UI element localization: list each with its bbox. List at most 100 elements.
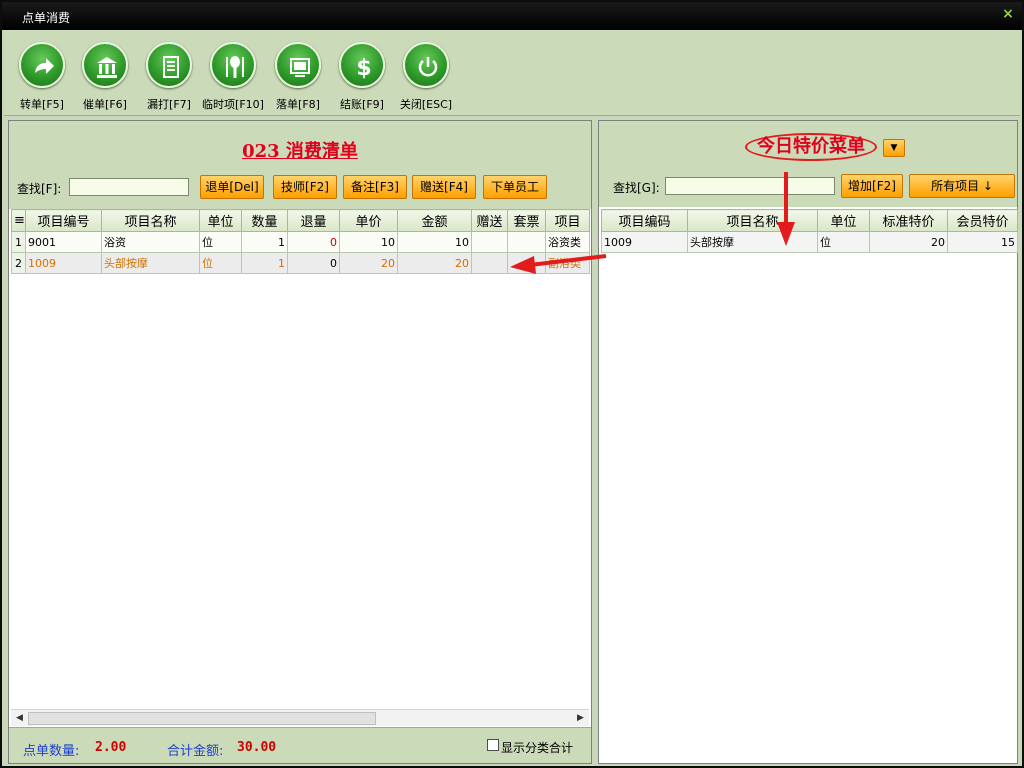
cell-category: 副浴类	[545, 252, 590, 274]
order-staff-button[interactable]: 下单员工	[483, 175, 547, 199]
temp-item-button[interactable]: 临时项[F10]	[201, 42, 265, 114]
bank-icon	[97, 57, 117, 78]
cell-return-qty: 0	[287, 231, 340, 253]
scroll-thumb[interactable]	[28, 712, 376, 725]
consumption-panel-header: 023 消费清单 查找[F]: 退单[Del] 技师[F2] 备注[F3] 赠送…	[9, 121, 591, 209]
cell-code: 1009	[25, 252, 102, 274]
cell-ticket	[507, 252, 546, 274]
special-header-row: 项目编码 项目名称 单位 标准特价 会员特价	[601, 209, 1018, 232]
special-menu-panel: 今日特价菜单 ▼ 查找[G]: 增加[F2] 所有项目 ↓ 项目编码 项目名称 …	[598, 120, 1018, 764]
svg-text:$: $	[356, 56, 371, 81]
note-button[interactable]: 备注[F3]	[343, 175, 407, 199]
search-input[interactable]	[69, 178, 189, 196]
cell-amount: 10	[397, 231, 472, 253]
col-header-price[interactable]: 单价	[339, 209, 398, 232]
close-icon[interactable]: ×	[1000, 6, 1016, 22]
chevron-down-icon[interactable]: ▼	[883, 139, 905, 157]
special-cell-code: 1009	[601, 231, 688, 253]
special-row[interactable]: 1009 头部按摩 位 20 15	[601, 231, 1018, 253]
transfer-label: 转单[F5]	[20, 98, 64, 111]
special-menu-title: 今日特价菜单	[745, 133, 877, 161]
col-header-unit[interactable]: 单位	[199, 209, 242, 232]
app-window: 点单消费 × 转单[F5] 催单[F6] 漏打[F7] 临时项[F10] 落单[…	[0, 0, 1024, 768]
special-col-name[interactable]: 项目名称	[687, 209, 818, 232]
order-count-label: 点单数量:	[23, 744, 80, 759]
category-total-checkbox[interactable]	[487, 739, 499, 751]
technician-button[interactable]: 技师[F2]	[273, 175, 337, 199]
category-total-label: 显示分类合计	[501, 741, 574, 755]
scroll-right-icon[interactable]: ▶	[572, 710, 589, 727]
cell-code: 9001	[25, 231, 102, 253]
power-icon	[418, 57, 438, 77]
row-index: 2	[11, 252, 26, 274]
title-bar: 点单消费 ×	[2, 2, 1022, 30]
all-items-button[interactable]: 所有项目 ↓	[909, 174, 1015, 198]
bill-title: 023 消费清单	[242, 141, 358, 162]
cell-gift	[471, 252, 508, 274]
total-amount-value: 30.00	[237, 740, 277, 755]
col-header-name[interactable]: 项目名称	[101, 209, 200, 232]
checkout-button[interactable]: $ 结账[F9]	[330, 42, 394, 114]
cell-price: 20	[339, 252, 398, 274]
urge-label: 催单[F6]	[83, 98, 127, 111]
place-order-button[interactable]: 落单[F8]	[266, 42, 330, 114]
special-col-member[interactable]: 会员特价	[947, 209, 1018, 232]
special-menu-table: 项目编码 项目名称 单位 标准特价 会员特价 1009 头部按摩 位 20 15	[601, 209, 1018, 253]
checkout-label: 结账[F9]	[340, 98, 384, 111]
table-header-row: ≡ 项目编号 项目名称 单位 数量 退量 单价 金额 赠送 套票 项目	[11, 209, 590, 232]
close-button[interactable]: 关闭[ESC]	[394, 42, 458, 114]
cell-unit: 位	[199, 252, 242, 274]
transfer-icon	[35, 58, 54, 74]
cell-return-qty: 0	[287, 252, 340, 274]
cell-name: 浴资	[101, 231, 200, 253]
special-search-label: 查找[G]:	[613, 181, 660, 195]
urge-button[interactable]: 催单[F6]	[73, 42, 137, 114]
close-label: 关闭[ESC]	[399, 98, 453, 111]
col-header-category[interactable]: 项目	[545, 209, 590, 232]
refund-button[interactable]: 退单[Del]	[200, 175, 264, 199]
document-icon	[163, 56, 179, 78]
consumption-panel: 023 消费清单 查找[F]: 退单[Del] 技师[F2] 备注[F3] 赠送…	[8, 120, 592, 764]
special-col-code[interactable]: 项目编码	[601, 209, 688, 232]
cell-amount: 20	[397, 252, 472, 274]
table-row[interactable]: 2 1009 头部按摩 位 1 0 20 20 副浴类	[11, 252, 590, 274]
consumption-footer: 点单数量: 2.00 合计金额: 30.00 显示分类合计	[9, 727, 591, 763]
table-row[interactable]: 1 9001 浴资 位 1 0 10 10 浴资类	[11, 231, 590, 253]
scroll-left-icon[interactable]: ◀	[11, 710, 28, 727]
order-count-value: 2.00	[95, 740, 127, 755]
window-title: 点单消费	[22, 11, 71, 25]
reprint-label: 漏打[F7]	[147, 98, 191, 111]
col-header-ticket[interactable]: 套票	[507, 209, 546, 232]
dollar-icon: $	[356, 56, 371, 81]
total-amount-label: 合计金额:	[167, 744, 224, 759]
toolbar: 转单[F5] 催单[F6] 漏打[F7] 临时项[F10] 落单[F8] $ 结…	[4, 30, 1020, 116]
col-header-qty[interactable]: 数量	[241, 209, 288, 232]
special-col-unit[interactable]: 单位	[817, 209, 870, 232]
special-cell-name: 头部按摩	[687, 231, 818, 253]
special-search-input[interactable]	[665, 177, 835, 195]
special-cell-std: 20	[869, 231, 948, 253]
reprint-button[interactable]: 漏打[F7]	[137, 42, 201, 114]
special-menu-header: 今日特价菜单 ▼ 查找[G]: 增加[F2] 所有项目 ↓	[599, 121, 1017, 207]
col-header-code[interactable]: 项目编号	[25, 209, 102, 232]
cell-qty: 1	[241, 252, 288, 274]
cell-category: 浴资类	[545, 231, 590, 253]
col-menu-icon[interactable]: ≡	[11, 209, 26, 232]
transfer-button[interactable]: 转单[F5]	[10, 42, 74, 114]
cell-price: 10	[339, 231, 398, 253]
place-order-label: 落单[F8]	[276, 98, 320, 111]
special-col-std[interactable]: 标准特价	[869, 209, 948, 232]
special-cell-member: 15	[947, 231, 1018, 253]
search-label: 查找[F]:	[17, 182, 62, 196]
col-header-return-qty[interactable]: 退量	[287, 209, 340, 232]
gift-button[interactable]: 赠送[F4]	[412, 175, 476, 199]
add-special-button[interactable]: 增加[F2]	[841, 174, 903, 198]
cell-qty: 1	[241, 231, 288, 253]
cell-ticket	[507, 231, 546, 253]
col-header-amount[interactable]: 金额	[397, 209, 472, 232]
col-header-gift[interactable]: 赠送	[471, 209, 508, 232]
cell-gift	[471, 231, 508, 253]
temp-item-label: 临时项[F10]	[202, 98, 264, 111]
cell-unit: 位	[199, 231, 242, 253]
horizontal-scrollbar[interactable]: ◀ ▶	[11, 709, 589, 726]
